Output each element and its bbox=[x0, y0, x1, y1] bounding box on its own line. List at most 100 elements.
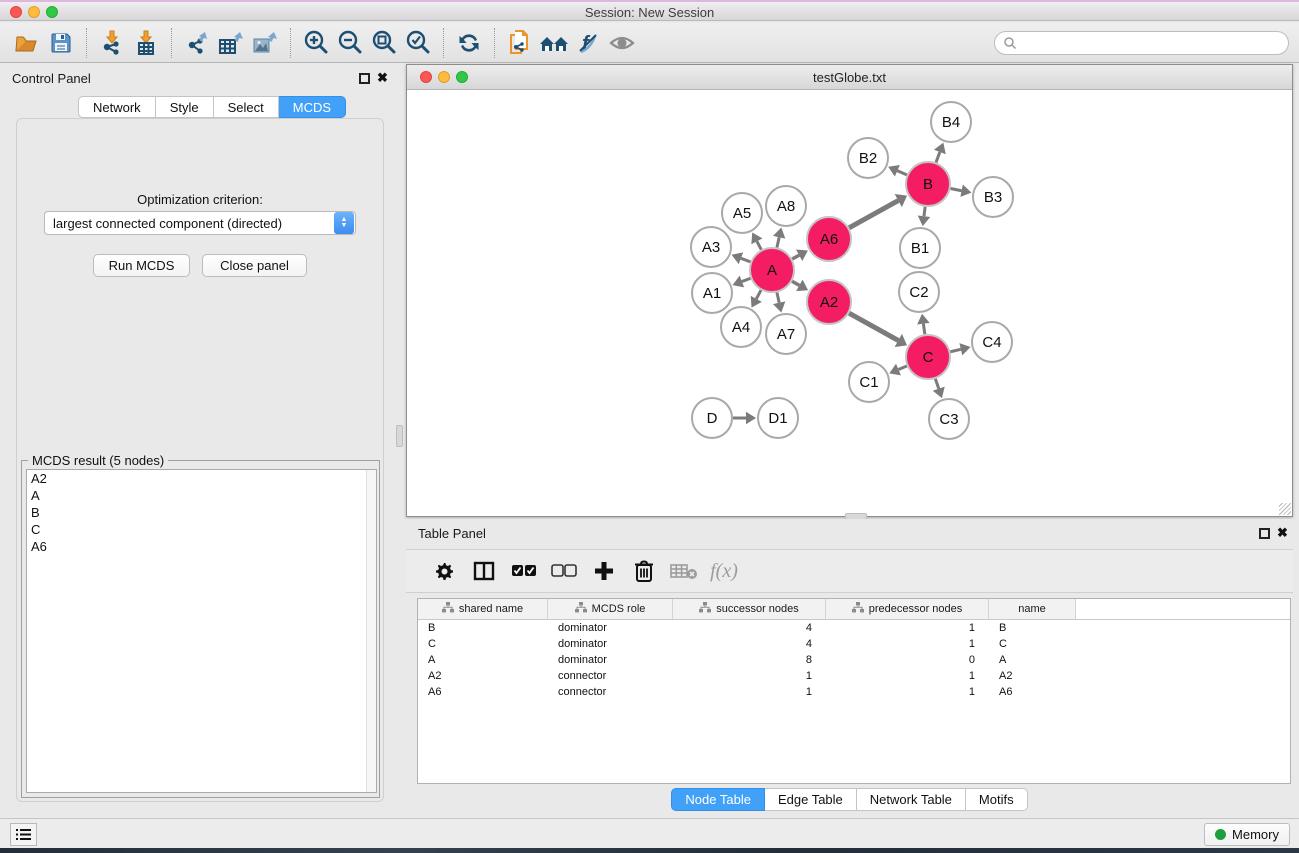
table-cell[interactable]: connector bbox=[548, 686, 673, 698]
import-network-icon[interactable] bbox=[95, 27, 129, 59]
table-cell[interactable]: A2 bbox=[418, 670, 548, 682]
graph-edge[interactable] bbox=[756, 290, 761, 299]
deselect-all-unchecked-icon[interactable] bbox=[544, 554, 584, 588]
table-cell[interactable]: 1 bbox=[826, 670, 989, 682]
delete-column-trash-icon[interactable] bbox=[624, 554, 664, 588]
open-file-icon[interactable] bbox=[10, 27, 44, 59]
table-body[interactable]: Bdominator41BCdominator41CAdominator80AA… bbox=[418, 620, 1290, 700]
import-table-icon[interactable] bbox=[129, 27, 163, 59]
settings-gear-icon[interactable] bbox=[424, 554, 464, 588]
run-mcds-button[interactable]: Run MCDS bbox=[93, 254, 190, 277]
table-cell[interactable]: connector bbox=[548, 670, 673, 682]
close-panel-button[interactable]: Close panel bbox=[202, 254, 307, 277]
table-cell[interactable]: A6 bbox=[418, 686, 548, 698]
apply-layout-icon[interactable] bbox=[452, 27, 486, 59]
graph-edge[interactable] bbox=[757, 241, 761, 249]
graph-edge[interactable] bbox=[951, 189, 962, 191]
graph-edge[interactable] bbox=[897, 171, 907, 175]
graph-edge[interactable] bbox=[777, 237, 779, 247]
graph-edge[interactable] bbox=[849, 313, 898, 340]
window-resize-grip[interactable] bbox=[1279, 503, 1291, 515]
search-field[interactable] bbox=[994, 31, 1289, 55]
tab-style[interactable]: Style bbox=[156, 96, 214, 118]
float-panel-icon[interactable] bbox=[1259, 528, 1270, 539]
graph-edge[interactable] bbox=[935, 379, 938, 389]
search-input[interactable] bbox=[1017, 36, 1288, 50]
criterion-dropdown[interactable]: largest connected component (directed) ▲… bbox=[44, 211, 356, 235]
zoom-out-icon[interactable] bbox=[333, 27, 367, 59]
tab-motifs[interactable]: Motifs bbox=[966, 788, 1028, 811]
tab-edge-table[interactable]: Edge Table bbox=[765, 788, 857, 811]
export-table-icon[interactable] bbox=[214, 27, 248, 59]
zoom-in-icon[interactable] bbox=[299, 27, 333, 59]
close-panel-icon[interactable]: ✖ bbox=[1277, 525, 1288, 541]
table-cell[interactable]: 0 bbox=[826, 654, 989, 666]
tab-mcds[interactable]: MCDS bbox=[279, 96, 346, 118]
table-cell[interactable]: dominator bbox=[548, 622, 673, 634]
table-cell[interactable]: 1 bbox=[673, 686, 826, 698]
table-cell[interactable]: A6 bbox=[989, 686, 1076, 698]
table-cell[interactable]: 1 bbox=[826, 622, 989, 634]
graph-edge[interactable] bbox=[849, 201, 898, 228]
graph-edge[interactable] bbox=[792, 255, 799, 259]
graph-edge[interactable] bbox=[742, 278, 751, 281]
table-row[interactable]: Adominator80A bbox=[418, 652, 1290, 668]
table-cell[interactable]: A bbox=[418, 654, 548, 666]
table-cell[interactable]: 4 bbox=[673, 638, 826, 650]
table-cell[interactable]: 1 bbox=[826, 638, 989, 650]
network-graph-canvas[interactable]: B4B2BB3A8A5A6A3B1AC2A1A2A4A7C4CC1DD1C3 bbox=[407, 90, 1292, 516]
column-header-predecessor-nodes[interactable]: predecessor nodes bbox=[826, 599, 989, 619]
table-cell[interactable]: 1 bbox=[826, 686, 989, 698]
column-header-name[interactable]: name bbox=[989, 599, 1076, 619]
table-cell[interactable]: B bbox=[989, 622, 1076, 634]
graph-edge[interactable] bbox=[936, 152, 940, 162]
table-cell[interactable]: C bbox=[418, 638, 548, 650]
split-divider-handle[interactable] bbox=[396, 425, 403, 447]
graph-edge[interactable] bbox=[792, 281, 799, 285]
close-panel-icon[interactable]: ✖ bbox=[377, 70, 388, 86]
home-neighbors-icon[interactable] bbox=[537, 27, 571, 59]
table-cell[interactable]: A bbox=[989, 654, 1076, 666]
column-layout-icon[interactable] bbox=[464, 554, 504, 588]
select-all-checked-icon[interactable] bbox=[504, 554, 544, 588]
table-cell[interactable]: dominator bbox=[548, 638, 673, 650]
mcds-result-item[interactable]: B bbox=[27, 504, 376, 521]
tab-select[interactable]: Select bbox=[214, 96, 279, 118]
table-cell[interactable]: 4 bbox=[673, 622, 826, 634]
export-image-icon[interactable] bbox=[248, 27, 282, 59]
tab-node-table[interactable]: Node Table bbox=[671, 788, 765, 811]
graph-edge[interactable] bbox=[923, 324, 924, 335]
task-history-button[interactable] bbox=[10, 823, 37, 846]
table-row[interactable]: A2connector11A2 bbox=[418, 668, 1290, 684]
table-cell[interactable]: 8 bbox=[673, 654, 826, 666]
tab-network[interactable]: Network bbox=[78, 96, 156, 118]
column-header-successor-nodes[interactable]: successor nodes bbox=[673, 599, 826, 619]
mcds-result-item[interactable]: A2 bbox=[27, 470, 376, 487]
table-cell[interactable]: 1 bbox=[673, 670, 826, 682]
graph-edge[interactable] bbox=[950, 349, 960, 351]
memory-button[interactable]: Memory bbox=[1204, 823, 1290, 846]
table-row[interactable]: Cdominator41C bbox=[418, 636, 1290, 652]
scrollbar-track[interactable] bbox=[366, 470, 376, 792]
add-column-icon[interactable] bbox=[584, 554, 624, 588]
graph-edge[interactable] bbox=[924, 207, 925, 216]
column-header-mcds-role[interactable]: MCDS role bbox=[548, 599, 673, 619]
node-table[interactable]: shared name MCDS role successor nodes pr… bbox=[417, 598, 1291, 784]
mcds-result-list[interactable]: A2ABCA6 bbox=[26, 469, 377, 793]
float-panel-icon[interactable] bbox=[359, 73, 370, 84]
table-row[interactable]: Bdominator41B bbox=[418, 620, 1290, 636]
export-network-icon[interactable] bbox=[180, 27, 214, 59]
zoom-fit-icon[interactable] bbox=[367, 27, 401, 59]
mcds-result-item[interactable]: A6 bbox=[27, 538, 376, 555]
table-cell[interactable]: A2 bbox=[989, 670, 1076, 682]
graph-edge[interactable] bbox=[741, 258, 751, 262]
table-cell[interactable]: C bbox=[989, 638, 1076, 650]
column-header-shared-name[interactable]: shared name bbox=[418, 599, 548, 619]
eye-icon[interactable] bbox=[605, 27, 639, 59]
zoom-selected-icon[interactable] bbox=[401, 27, 435, 59]
table-row[interactable]: A6connector11A6 bbox=[418, 684, 1290, 700]
save-session-icon[interactable] bbox=[44, 27, 78, 59]
table-cell[interactable]: dominator bbox=[548, 654, 673, 666]
graph-edge[interactable] bbox=[777, 292, 779, 302]
graph-edge[interactable] bbox=[898, 366, 906, 370]
